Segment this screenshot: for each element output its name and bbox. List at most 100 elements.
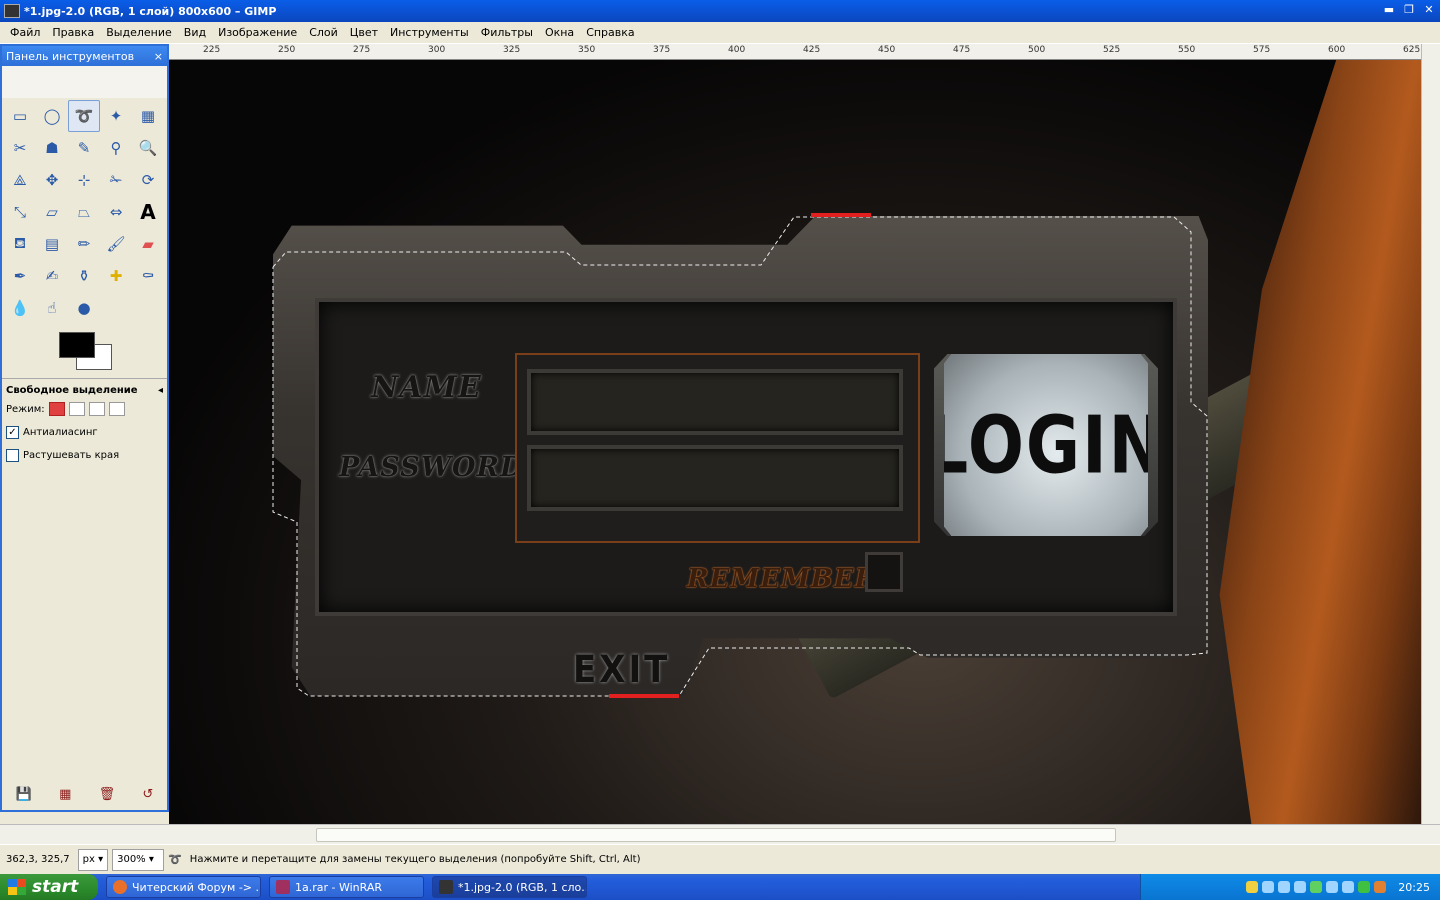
save-options-icon[interactable]: 💾 (16, 787, 32, 802)
perspective-icon[interactable]: ⏢ (68, 196, 100, 228)
menu-select[interactable]: Выделение (100, 26, 178, 39)
tool-options: Свободное выделение ◂ Режим: ✓ Антиалиас… (2, 378, 167, 478)
ruler-tick-label: 475 (953, 45, 971, 55)
menu-filters[interactable]: Фильтры (475, 26, 539, 39)
scale-icon[interactable]: ⤡ (4, 196, 36, 228)
tray-search-icon[interactable] (1294, 881, 1307, 893)
mode-replace-button[interactable] (48, 402, 65, 416)
menu-colors[interactable]: Цвет (344, 26, 384, 39)
start-button[interactable]: start (0, 874, 98, 900)
menu-windows[interactable]: Окна (539, 26, 580, 39)
ruler-tick-label: 275 (353, 45, 371, 55)
ruler-tick-label: 525 (1103, 45, 1121, 55)
foreground-color-swatch[interactable] (59, 332, 95, 358)
delete-options-icon[interactable]: 🗑 (99, 787, 116, 802)
taskbar-item-winrar[interactable]: 1a.rar - WinRAR (269, 876, 424, 898)
foreground-select-icon[interactable]: ☗ (36, 132, 68, 164)
rect-select-icon[interactable]: ▭ (4, 100, 36, 132)
paths-icon[interactable]: ✎ (68, 132, 100, 164)
tray-flag-icon[interactable] (1374, 881, 1387, 893)
selection-marker-top (811, 213, 871, 217)
tool-grid: ▭ ◯ ➰ ✦ ▦ ✂ ☗ ✎ ⚲ 🔍 ⟁ ✥ ⊹ ✁ ⟳ ⤡ ▱ ⏢ ⇔ A … (2, 98, 167, 326)
menu-layer[interactable]: Слой (303, 26, 344, 39)
zoom-value: 300% (117, 854, 146, 865)
free-select-icon[interactable]: ➰ (68, 100, 100, 132)
image-canvas[interactable]: NAME PASSWORD LOGIN REMEMBER EXIT (169, 60, 1421, 824)
ink-icon[interactable]: ✍ (36, 260, 68, 292)
vertical-scrollbar[interactable] (1421, 44, 1440, 824)
clone-icon[interactable]: ⚱ (68, 260, 100, 292)
menu-view[interactable]: Вид (178, 26, 212, 39)
tray-check-icon[interactable] (1310, 881, 1323, 893)
fuzzy-select-icon[interactable]: ✦ (100, 100, 132, 132)
blur-icon[interactable]: 💧 (4, 292, 36, 324)
move-icon[interactable]: ✥ (36, 164, 68, 196)
window-title: *1.jpg-2.0 (RGB, 1 слой) 800x600 – GIMP (24, 4, 277, 18)
taskbar-item-firefox[interactable]: Читерский Форум -> ... (106, 876, 261, 898)
ruler-tick-label: 425 (803, 45, 821, 55)
perspective-clone-icon[interactable]: ⚰ (132, 260, 164, 292)
pencil-icon[interactable]: ✏ (68, 228, 100, 260)
text-icon[interactable]: A (132, 196, 164, 228)
close-button[interactable]: ✕ (1420, 2, 1438, 18)
align-icon[interactable]: ⊹ (68, 164, 100, 196)
tray-network-icon[interactable] (1262, 881, 1275, 893)
crop-icon[interactable]: ✁ (100, 164, 132, 196)
scissors-icon[interactable]: ✂ (4, 132, 36, 164)
menu-help[interactable]: Справка (580, 26, 640, 39)
ruler-tick-label: 625 (1403, 45, 1421, 55)
horizontal-scrollbar[interactable] (0, 824, 1440, 844)
ruler-tick-label: 350 (578, 45, 596, 55)
ellipse-select-icon[interactable]: ◯ (36, 100, 68, 132)
menu-image[interactable]: Изображение (212, 26, 303, 39)
antialias-label: Антиалиасинг (23, 427, 98, 438)
zoom-icon[interactable]: 🔍 (132, 132, 164, 164)
toolbox-close-button[interactable]: × (154, 50, 163, 63)
eraser-icon[interactable]: ▰ (132, 228, 164, 260)
tray-monitor-icon[interactable] (1278, 881, 1291, 893)
airbrush-icon[interactable]: ✒ (4, 260, 36, 292)
start-label: start (32, 877, 79, 897)
color-select-icon[interactable]: ▦ (132, 100, 164, 132)
color-picker-icon[interactable]: ⚲ (100, 132, 132, 164)
menu-edit[interactable]: Правка (46, 26, 100, 39)
menu-file[interactable]: Файл (4, 26, 46, 39)
feather-checkbox[interactable] (6, 449, 19, 462)
antialias-checkbox[interactable]: ✓ (6, 426, 19, 439)
selection-outline (272, 216, 1208, 697)
gimp-logo-strip (2, 66, 167, 98)
unit-select[interactable]: px ▾ (77, 848, 109, 871)
tray-green-icon[interactable] (1358, 881, 1371, 893)
taskbar-item-gimp[interactable]: *1.jpg-2.0 (RGB, 1 сло... (432, 876, 587, 898)
blend-icon[interactable]: ▤ (36, 228, 68, 260)
maximize-button[interactable]: ❐ (1400, 2, 1418, 18)
winrar-icon (276, 880, 290, 894)
mode-intersect-button[interactable] (108, 402, 125, 416)
smudge-icon[interactable]: ☝ (36, 292, 68, 324)
restore-options-icon[interactable]: ▦ (59, 787, 71, 802)
reset-options-icon[interactable]: ↺ (142, 787, 153, 802)
horizontal-scroll-thumb[interactable] (316, 828, 1116, 842)
tool-options-title: Свободное выделение (6, 385, 138, 396)
zoom-select[interactable]: 300% ▾ (112, 848, 165, 871)
rotate-icon[interactable]: ⟳ (132, 164, 164, 196)
selection-path (272, 216, 1208, 697)
tray-volume-icon[interactable] (1326, 881, 1339, 893)
selection-marker-bottom (609, 694, 679, 698)
minimize-button[interactable]: ▬ (1380, 2, 1398, 18)
flip-icon[interactable]: ⇔ (100, 196, 132, 228)
tray-display-icon[interactable] (1342, 881, 1355, 893)
measure-icon[interactable]: ⟁ (4, 164, 36, 196)
tool-options-menu-icon[interactable]: ◂ (158, 385, 163, 396)
menu-tools[interactable]: Инструменты (384, 26, 475, 39)
color-swatches (2, 326, 167, 378)
tray-shield-icon[interactable] (1246, 881, 1259, 893)
mode-add-button[interactable] (68, 402, 85, 416)
dodge-burn-icon[interactable]: ● (68, 292, 100, 324)
paintbrush-icon[interactable]: 🖌 (100, 228, 132, 260)
shear-icon[interactable]: ▱ (36, 196, 68, 228)
toolbox-title: Панель инструментов (6, 49, 135, 63)
heal-icon[interactable]: ✚ (100, 260, 132, 292)
bucket-fill-icon[interactable]: ⛾ (4, 228, 36, 260)
mode-subtract-button[interactable] (88, 402, 105, 416)
